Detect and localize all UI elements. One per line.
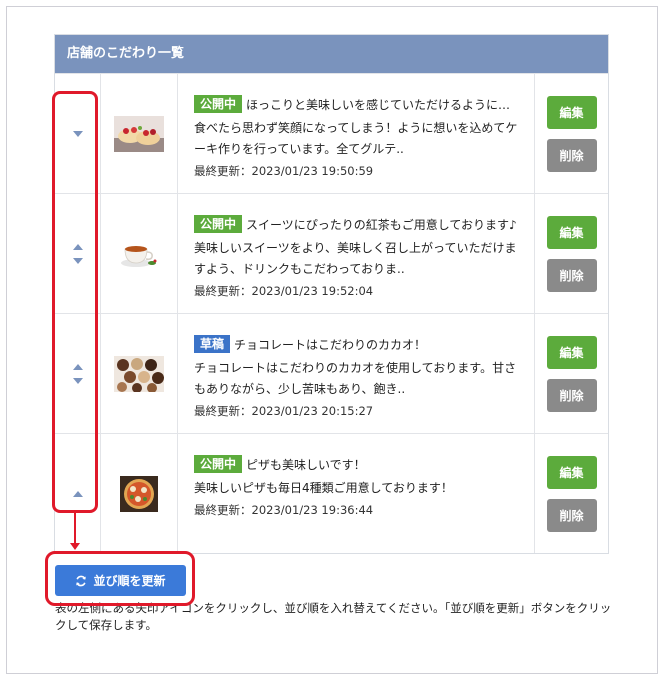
- move-down-icon[interactable]: [72, 377, 83, 384]
- annotation-connector-line: [74, 513, 76, 546]
- help-text: 表の左側にある矢印アイコンをクリックし、並び順を入れ替えてください。「並び順を更…: [55, 601, 612, 632]
- update-order-button[interactable]: 並び順を更新: [55, 565, 186, 596]
- status-badge: 公開中: [194, 215, 243, 233]
- status-badge: 公開中: [194, 95, 243, 113]
- delete-button[interactable]: 削除: [546, 378, 597, 412]
- thumb-cell: [101, 194, 178, 313]
- tea-thumbnail-image: [114, 235, 164, 272]
- pizza-thumbnail-image: [120, 475, 158, 512]
- delete-button[interactable]: 削除: [546, 498, 597, 532]
- move-up-icon[interactable]: [72, 243, 83, 250]
- item-title: ほっこりと美味しいを感じていただけるように…: [246, 97, 511, 112]
- edit-button[interactable]: 編集: [546, 95, 597, 129]
- move-down-icon[interactable]: [72, 130, 83, 137]
- item-content: 公開中 ほっこりと美味しいを感じていただけるように… 食べたら思わず笑顔になって…: [178, 74, 535, 193]
- item-title: チョコレートはこだわりのカカオ！: [234, 337, 427, 352]
- actions-cell: 編集 削除: [535, 434, 608, 553]
- edit-button[interactable]: 編集: [546, 455, 597, 489]
- item-title: ピザも美味しいです！: [246, 457, 366, 472]
- item-description: 美味しいスイーツをより、美味しく召し上がっていただけますよう、ドリンクもこだわっ…: [194, 241, 517, 276]
- table-row: 公開中 ほっこりと美味しいを感じていただけるように… 食べたら思わず笑顔になって…: [55, 73, 608, 193]
- item-content: 公開中 スイーツにぴったりの紅茶もご用意しております♪ 美味しいスイーツをより、…: [178, 194, 535, 313]
- table-row: 公開中 スイーツにぴったりの紅茶もご用意しております♪ 美味しいスイーツをより、…: [55, 193, 608, 313]
- item-updated: 最終更新：2023/01/23 19:52:04: [194, 284, 374, 298]
- sort-cell: [55, 314, 101, 433]
- status-badge: 草稿: [194, 335, 231, 353]
- edit-button[interactable]: 編集: [546, 335, 597, 369]
- thumb-cell: [101, 434, 178, 553]
- item-content: 草稿 チョコレートはこだわりのカカオ！ チョコレートはこだわりのカカオを使用して…: [178, 314, 535, 433]
- item-description: チョコレートはこだわりのカカオを使用しております。甘さもありながら、少し苦味もあ…: [194, 361, 517, 396]
- thumb-cell: [101, 314, 178, 433]
- move-down-icon[interactable]: [72, 257, 83, 264]
- item-title: スイーツにぴったりの紅茶もご用意しております♪: [246, 217, 517, 232]
- sort-cell: [55, 74, 101, 193]
- status-badge: 公開中: [194, 455, 243, 473]
- annotation-arrow-head: [70, 543, 80, 550]
- sort-cell: [55, 434, 101, 553]
- item-description: 美味しいピザも毎日4種類ご用意しております！: [194, 481, 453, 495]
- update-order-label: 並び順を更新: [93, 574, 166, 588]
- delete-button[interactable]: 削除: [546, 258, 597, 292]
- item-content: 公開中 ピザも美味しいです！ 美味しいピザも毎日4種類ご用意しております！ 最終…: [178, 434, 535, 553]
- actions-cell: 編集 削除: [535, 194, 608, 313]
- actions-cell: 編集 削除: [535, 314, 608, 433]
- item-updated: 最終更新：2023/01/23 19:36:44: [194, 503, 374, 517]
- refresh-icon: [76, 575, 87, 586]
- features-table: 店舗のこだわり一覧 公開中 ほっこりと美味しいを感じていただけるように… 食べた…: [54, 34, 609, 554]
- chocolate-thumbnail-image: [114, 355, 164, 392]
- edit-button[interactable]: 編集: [546, 215, 597, 249]
- table-row: 草稿 チョコレートはこだわりのカカオ！ チョコレートはこだわりのカカオを使用して…: [55, 313, 608, 433]
- move-up-icon[interactable]: [72, 363, 83, 370]
- delete-button[interactable]: 削除: [546, 138, 597, 172]
- item-updated: 最終更新：2023/01/23 20:15:27: [194, 404, 374, 418]
- move-up-icon[interactable]: [72, 490, 83, 497]
- item-updated: 最終更新：2023/01/23 19:50:59: [194, 164, 374, 178]
- cake-thumbnail-image: [114, 115, 164, 152]
- table-row: 公開中 ピザも美味しいです！ 美味しいピザも毎日4種類ご用意しております！ 最終…: [55, 433, 608, 553]
- thumb-cell: [101, 74, 178, 193]
- sort-cell: [55, 194, 101, 313]
- item-description: 食べたら思わず笑顔になってしまう！ように想いを込めてケーキ作りを行っています。全…: [194, 121, 518, 156]
- panel-header: 店舗のこだわり一覧: [55, 35, 608, 73]
- actions-cell: 編集 削除: [535, 74, 608, 193]
